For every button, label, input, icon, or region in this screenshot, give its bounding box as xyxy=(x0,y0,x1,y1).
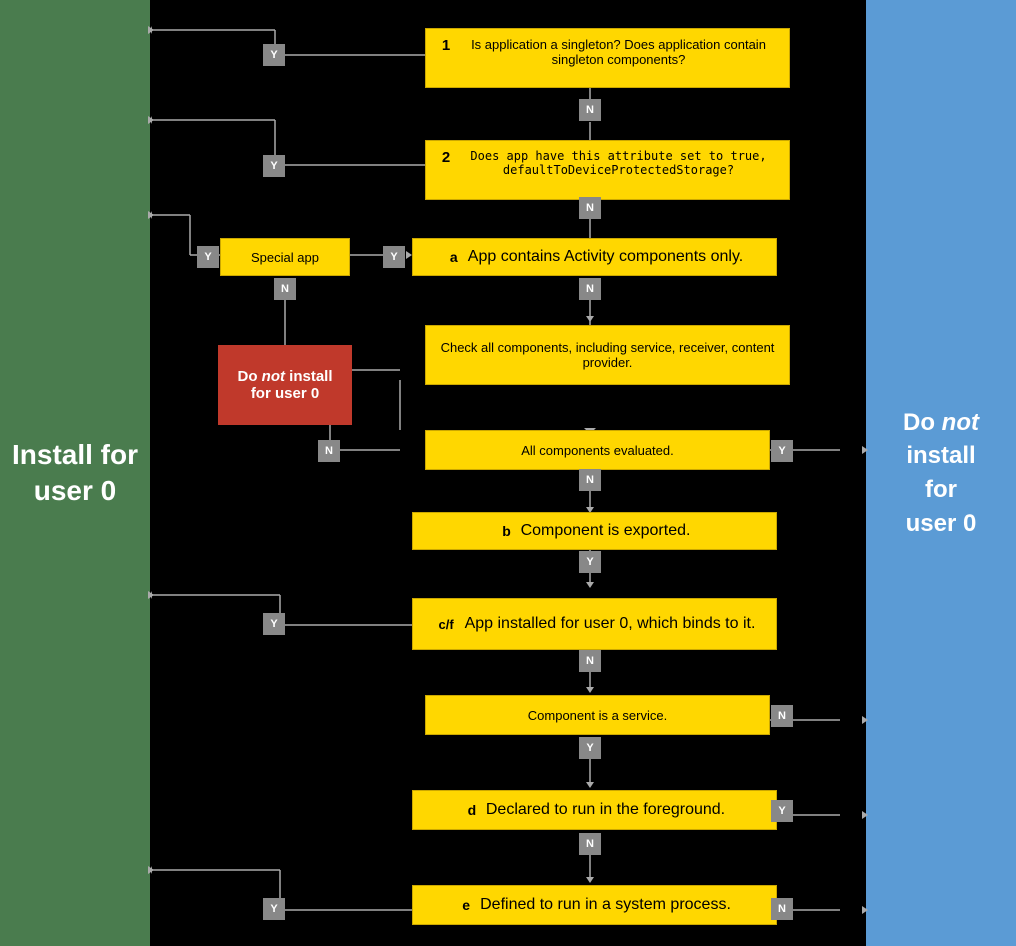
install-for-user-panel: Install for user 0 xyxy=(0,0,150,946)
qcf-n-badge: N xyxy=(579,650,601,672)
q1-y-badge: Y xyxy=(263,44,285,66)
special-app-node: Special app xyxy=(220,238,350,276)
do-not-install-text: Do not install for user 0 xyxy=(232,368,338,402)
special-y-right-badge: Y xyxy=(383,246,405,268)
qe-text: Defined to run in a system process. xyxy=(480,896,731,914)
qcf-y-badge: Y xyxy=(263,613,285,635)
qb-y-badge: Y xyxy=(579,551,601,573)
service-text: Component is a service. xyxy=(528,708,667,723)
do-not-install-panel-text: Do not install for user 0 xyxy=(903,406,979,540)
qcf-node: c/f App installed for user 0, which bind… xyxy=(412,598,777,650)
qa-text: App contains Activity components only. xyxy=(468,248,743,266)
special-y-left-badge: Y xyxy=(197,246,219,268)
do-not-install-panel: Do not install for user 0 xyxy=(866,0,1016,946)
special-app-text: Special app xyxy=(251,250,319,265)
qe-n-badge: N xyxy=(771,898,793,920)
qe-y-badge: Y xyxy=(263,898,285,920)
install-panel-text: Install for user 0 xyxy=(12,437,138,510)
all-evaluated-text: All components evaluated. xyxy=(521,443,673,458)
alleval-n-badge: N xyxy=(318,440,340,462)
q1-number: 1 xyxy=(438,37,454,54)
alleval-y-badge: Y xyxy=(771,440,793,462)
qa-n-badge: N xyxy=(579,278,601,300)
qb-text: Component is exported. xyxy=(521,522,691,540)
service-node: Component is a service. xyxy=(425,695,770,735)
qa-node: a App contains Activity components only. xyxy=(412,238,777,276)
q2-n-badge: N xyxy=(579,197,601,219)
question-2-node: 2 Does app have this attribute set to tr… xyxy=(425,140,790,200)
q1-n-badge: N xyxy=(579,99,601,121)
q2-text: Does app have this attribute set to true… xyxy=(460,149,777,177)
q2-y-badge: Y xyxy=(263,155,285,177)
qd-label: d xyxy=(464,802,480,818)
qd-node: d Declared to run in the foreground. xyxy=(412,790,777,830)
qb-label: b xyxy=(499,523,515,539)
q1-text: Is application a singleton? Does applica… xyxy=(460,37,777,67)
service-n-badge: N xyxy=(771,705,793,727)
qd-y-badge: Y xyxy=(771,800,793,822)
qd-n-badge: N xyxy=(579,833,601,855)
qb-node: b Component is exported. xyxy=(412,512,777,550)
qe-label: e xyxy=(458,897,474,913)
do-not-install-red-node: Do not install for user 0 xyxy=(218,345,352,425)
qcf-label: c/f xyxy=(434,617,459,632)
check-all-text: Check all components, including service,… xyxy=(438,340,777,370)
all-evaluated-node: All components evaluated. xyxy=(425,430,770,470)
q2-number: 2 xyxy=(438,149,454,166)
special-n-badge: N xyxy=(274,278,296,300)
qd-text: Declared to run in the foreground. xyxy=(486,801,725,819)
qcf-text: App installed for user 0, which binds to… xyxy=(465,615,756,633)
alleval-n-down-badge: N xyxy=(579,469,601,491)
qa-label: a xyxy=(446,249,462,265)
service-y-badge: Y xyxy=(579,737,601,759)
question-1-node: 1 Is application a singleton? Does appli… xyxy=(425,28,790,88)
check-all-node: Check all components, including service,… xyxy=(425,325,790,385)
qe-node: e Defined to run in a system process. xyxy=(412,885,777,925)
diagram-container: Install for user 0 Do not install for us… xyxy=(0,0,1016,946)
